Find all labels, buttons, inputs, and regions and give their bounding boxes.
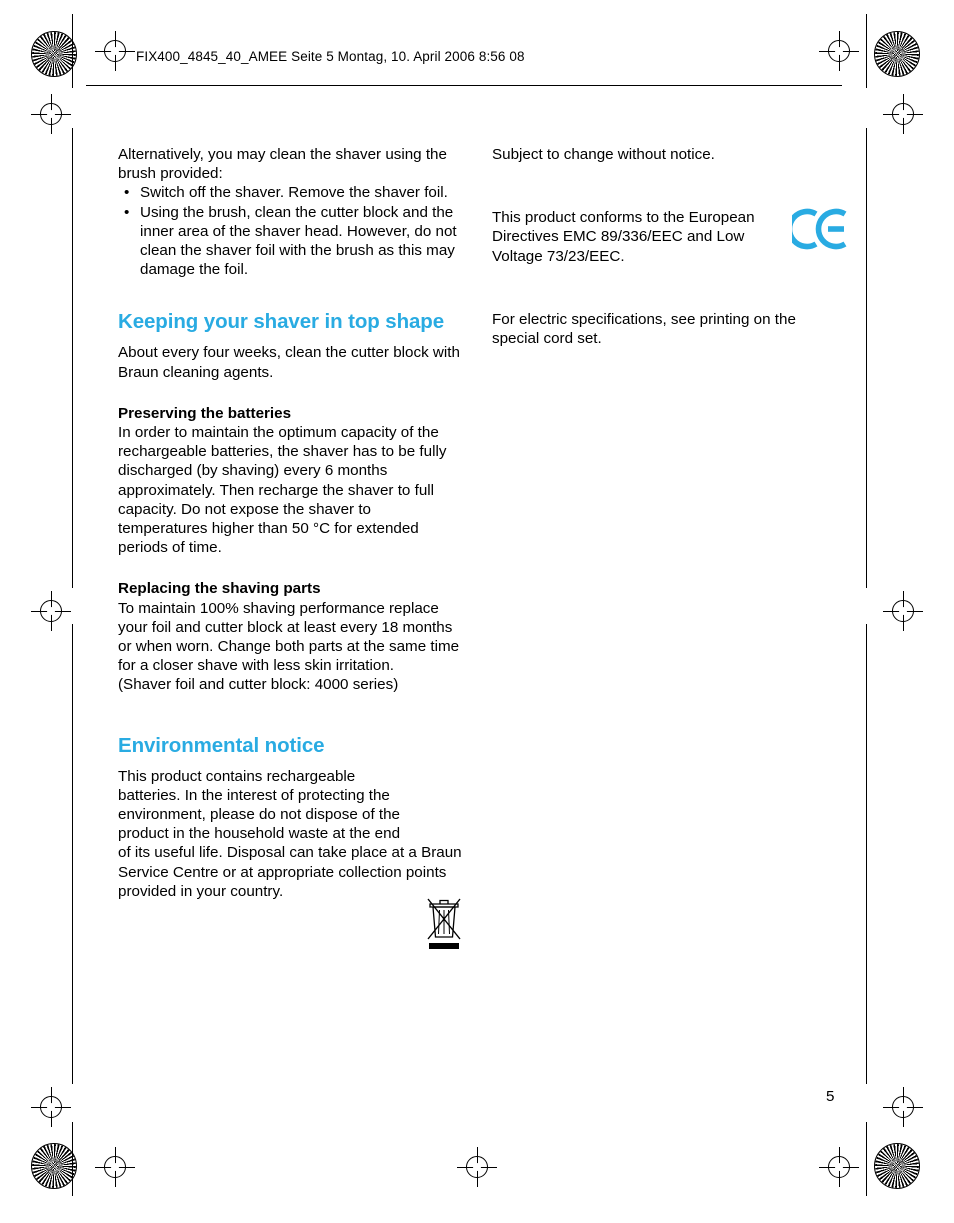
- trim-line-right-vertical-low: [866, 624, 867, 1084]
- electric-specifications-paragraph: For electric specifications, see printin…: [492, 310, 796, 348]
- trim-line-left-vertical-bottom: [72, 1122, 73, 1196]
- trim-line-left-vertical-mid: [72, 128, 73, 588]
- subsection-heading-replacing-parts: Replacing the shaving parts: [118, 580, 321, 598]
- list-item-text: Switch off the shaver. Remove the shaver…: [140, 184, 448, 202]
- cleaning-steps-list: • Switch off the shaver. Remove the shav…: [118, 183, 463, 279]
- left-column: Alternatively, you may clean the shaver …: [118, 145, 463, 901]
- subject-to-change-notice: Subject to change without notice.: [492, 146, 715, 163]
- registration-starburst-bottom-right: [874, 1143, 920, 1189]
- registration-crosshair-left-lower: [31, 1087, 71, 1127]
- trim-line-left-vertical-low: [72, 624, 73, 1084]
- registration-crosshair-top-center-left: [95, 31, 135, 71]
- weee-icon-spacer: [411, 767, 463, 833]
- registration-crosshair-right-middle: [883, 591, 923, 631]
- trim-line-right-vertical-mid: [866, 128, 867, 588]
- registration-crosshair-left-middle: [31, 591, 71, 631]
- registration-starburst-top-left: [31, 31, 77, 77]
- registration-starburst-bottom-left: [31, 1143, 77, 1189]
- registration-crosshair-top-center-right: [819, 31, 859, 71]
- bullet-icon: •: [124, 184, 130, 202]
- replacing-parts-note: (Shaver foil and cutter block: 4000 seri…: [118, 676, 399, 694]
- trim-line-right-vertical-top: [866, 14, 867, 88]
- registration-starburst-top-right: [874, 31, 920, 77]
- keeping-shaver-paragraph: About every four weeks, clean the cutter…: [118, 344, 460, 381]
- registration-crosshair-bottom-center: [457, 1147, 497, 1187]
- list-item-text: Using the brush, clean the cutter block …: [140, 203, 457, 279]
- preserving-batteries-paragraph: In order to maintain the optimum capacit…: [118, 424, 447, 557]
- page-number: 5: [826, 1088, 835, 1105]
- subsection-heading-preserving-batteries: Preserving the batteries: [118, 404, 292, 422]
- environmental-notice-block: This product contains rechargeable batte…: [118, 767, 463, 901]
- trim-line-top-horizontal: [86, 85, 842, 86]
- list-item: • Using the brush, clean the cutter bloc…: [118, 203, 463, 280]
- registration-crosshair-right-upper: [883, 94, 923, 134]
- section-heading-environmental-notice: Environmental notice: [118, 733, 325, 757]
- intro-paragraph: Alternatively, you may clean the shaver …: [118, 146, 447, 183]
- page-header-text: FIX400_4845_40_AMEE Seite 5 Montag, 10. …: [136, 49, 525, 64]
- registration-crosshair-right-lower: [883, 1087, 923, 1127]
- replacing-parts-paragraph: To maintain 100% shaving performance rep…: [118, 599, 460, 675]
- trim-line-left-vertical-top: [72, 14, 73, 88]
- registration-crosshair-left-upper: [31, 94, 71, 134]
- right-column: Subject to change without notice. This p…: [492, 145, 837, 348]
- registration-crosshair-bottom-left: [95, 1147, 135, 1187]
- ce-mark-icon: [786, 208, 850, 250]
- trim-line-right-vertical-bottom: [866, 1122, 867, 1196]
- section-heading-keeping-shaver: Keeping your shaver in top shape: [118, 310, 445, 334]
- bullet-icon: •: [124, 203, 130, 221]
- crossed-out-wheelie-bin-icon: [424, 893, 464, 955]
- list-item: • Switch off the shaver. Remove the shav…: [118, 183, 463, 202]
- conformity-paragraph: This product conforms to the European Di…: [492, 209, 755, 265]
- registration-crosshair-bottom-right: [819, 1147, 859, 1187]
